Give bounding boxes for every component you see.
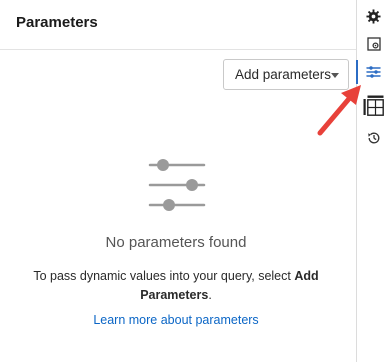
add-parameters-button[interactable]: Add parameters bbox=[223, 59, 349, 90]
panel-title: Parameters bbox=[16, 14, 98, 31]
panel-header: Parameters bbox=[0, 0, 356, 50]
gear-icon[interactable] bbox=[357, 2, 389, 30]
history-icon[interactable] bbox=[357, 124, 389, 152]
table-layout-icon[interactable] bbox=[357, 92, 389, 120]
empty-state-description: To pass dynamic values into your query, … bbox=[20, 267, 332, 305]
parameters-icon[interactable] bbox=[356, 58, 389, 86]
right-icon-rail bbox=[356, 0, 389, 362]
learn-more-link[interactable]: Learn more about parameters bbox=[0, 313, 352, 327]
empty-desc-prefix: To pass dynamic values into your query, … bbox=[33, 269, 295, 283]
caret-down-icon bbox=[331, 73, 339, 78]
parameters-panel: Parameters Add parameters No parameters … bbox=[0, 0, 356, 362]
empty-state-title: No parameters found bbox=[105, 234, 247, 251]
sliders-icon bbox=[148, 159, 206, 211]
settings-panel-icon[interactable] bbox=[357, 30, 389, 58]
empty-desc-suffix: . bbox=[208, 288, 212, 302]
add-parameters-label: Add parameters bbox=[235, 67, 332, 82]
